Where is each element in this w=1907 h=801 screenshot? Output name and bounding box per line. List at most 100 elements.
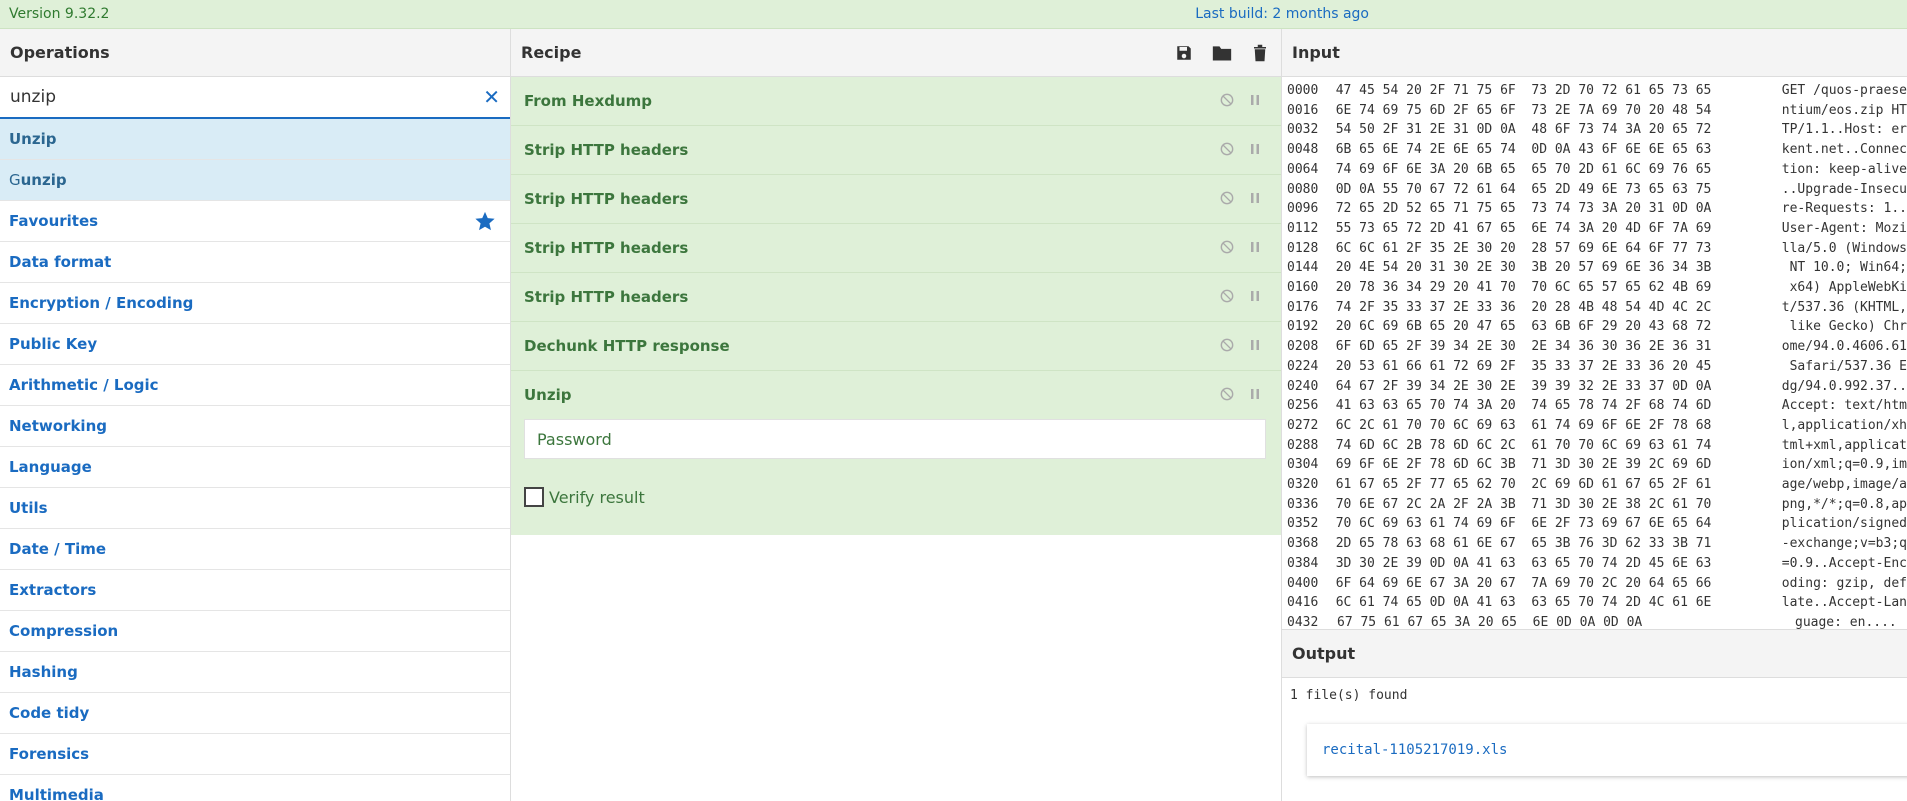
output-file-card[interactable]: recital-1105217019.xls: [1307, 724, 1907, 776]
pause-icon[interactable]: [1247, 288, 1263, 304]
hexdump-ascii: User-Agent: Mozi: [1781, 220, 1907, 236]
hexdump-row: 0320 61 67 65 2F 77 65 62 70 2C 69 6D 61 …: [1287, 475, 1907, 495]
category-public-key[interactable]: Public Key: [0, 324, 510, 365]
hexdump-ascii: png,*/*;q=0.8,ap: [1781, 496, 1907, 512]
hexdump-ascii: re-Requests: 1..: [1781, 201, 1907, 217]
disable-icon[interactable]: [1219, 337, 1235, 353]
password-placeholder: Password: [537, 429, 612, 449]
category-language[interactable]: Language: [0, 447, 510, 488]
hexdump-offset: 0112: [1287, 220, 1319, 236]
pause-icon[interactable]: [1247, 386, 1263, 402]
hexdump-offset: 0032: [1287, 122, 1319, 138]
recipe-title: Recipe: [521, 43, 582, 62]
recipe-op-label: Strip HTTP headers: [524, 239, 689, 257]
hexdump-row: 0400 6F 64 69 6E 67 3A 20 67 7A 69 70 2C …: [1287, 574, 1907, 594]
hexdump-offset: 0384: [1287, 555, 1319, 571]
recipe-op-label: From Hexdump: [524, 92, 653, 110]
hexdump-ascii: ..Upgrade-Insecu: [1781, 181, 1907, 197]
category-networking[interactable]: Networking: [0, 406, 510, 447]
hexdump-offset: 0016: [1287, 102, 1319, 118]
hexdump-ascii: oding: gzip, def: [1781, 575, 1907, 591]
hexdump-row: 0224 20 53 61 66 61 72 69 2F 35 33 37 2E …: [1287, 357, 1907, 377]
hexdump-ascii: GET /quos-praese: [1781, 83, 1907, 98]
search-result-unzip[interactable]: Unzip: [0, 119, 510, 160]
category-label: Language: [9, 458, 92, 476]
hexdump-ascii: guage: en....: [1795, 614, 1897, 630]
category-data-format[interactable]: Data format: [0, 242, 510, 283]
folder-icon[interactable]: [1211, 42, 1233, 64]
search-input[interactable]: [10, 87, 450, 107]
hexdump-offset: 0288: [1287, 437, 1319, 453]
save-icon[interactable]: [1173, 42, 1195, 64]
hexdump-bytes: 6B 65 6E 74 2E 6E 65 74 0D 0A 43 6F 6E 6…: [1335, 142, 1712, 158]
category-multimedia[interactable]: Multimedia: [0, 775, 510, 801]
category-encryption-encoding[interactable]: Encryption / Encoding: [0, 283, 510, 324]
disable-icon[interactable]: [1219, 141, 1235, 157]
recipe-op-strip-http-headers[interactable]: Strip HTTP headers: [511, 175, 1281, 224]
result-prefix: G: [9, 171, 21, 189]
recipe-op-dechunk-http-response[interactable]: Dechunk HTTP response: [511, 322, 1281, 371]
hexdump-row: 0272 6C 2C 61 70 70 6C 69 63 61 74 69 6F …: [1287, 416, 1907, 436]
hexdump-ascii: tion: keep-alive: [1781, 161, 1907, 177]
category-label: Utils: [9, 499, 48, 517]
category-label: Arithmetic / Logic: [9, 376, 159, 394]
category-extractors[interactable]: Extractors: [0, 570, 510, 611]
output-title: Output: [1282, 630, 1907, 678]
category-label: Forensics: [9, 745, 90, 763]
hexdump-row: 0000 47 45 54 20 2F 71 75 6F 73 2D 70 72 …: [1287, 81, 1907, 101]
category-utils[interactable]: Utils: [0, 488, 510, 529]
verify-result-checkbox[interactable]: [524, 487, 544, 507]
output-status: 1 file(s) found: [1290, 688, 1408, 703]
hexdump-offset: 0160: [1287, 280, 1319, 296]
category-date-time[interactable]: Date / Time: [0, 529, 510, 570]
disable-icon[interactable]: [1219, 288, 1235, 304]
hexdump-bytes: 69 6F 6E 2F 78 6D 6C 3B 71 3D 30 2E 39 2…: [1335, 457, 1712, 473]
disable-icon[interactable]: [1219, 92, 1235, 108]
hexdump-offset: 0240: [1287, 378, 1319, 394]
disable-icon[interactable]: [1219, 386, 1235, 402]
output-file-link[interactable]: recital-1105217019.xls: [1322, 742, 1507, 758]
category-code-tidy[interactable]: Code tidy: [0, 693, 510, 734]
clear-search-icon[interactable]: ✕: [483, 85, 500, 109]
category-label: Multimedia: [9, 786, 104, 801]
pause-icon[interactable]: [1247, 239, 1263, 255]
hexdump-text[interactable]: 0000 47 45 54 20 2F 71 75 6F 73 2D 70 72 …: [1282, 77, 1907, 630]
pause-icon[interactable]: [1247, 190, 1263, 206]
hexdump-ascii: dg/94.0.992.37..: [1781, 378, 1907, 394]
hexdump-bytes: 6F 64 69 6E 67 3A 20 67 7A 69 70 2C 20 6…: [1335, 575, 1712, 591]
pause-icon[interactable]: [1247, 92, 1263, 108]
version-label: Version 9.32.2: [9, 6, 110, 22]
category-forensics[interactable]: Forensics: [0, 734, 510, 775]
recipe-op-label: Dechunk HTTP response: [524, 337, 730, 355]
last-build-link[interactable]: Last build: 2 months ago: [1195, 6, 1369, 22]
hexdump-offset: 0000: [1287, 83, 1319, 98]
recipe-op-unzip[interactable]: Unzip: [511, 371, 1281, 419]
password-field[interactable]: Password: [524, 419, 1266, 459]
disable-icon[interactable]: [1219, 190, 1235, 206]
hexdump-row: 0352 70 6C 69 63 61 74 69 6F 6E 2F 73 69 …: [1287, 514, 1907, 534]
category-label: Encryption / Encoding: [9, 294, 194, 312]
category-label: Hashing: [9, 663, 78, 681]
pause-icon[interactable]: [1247, 141, 1263, 157]
disable-icon[interactable]: [1219, 239, 1235, 255]
input-pane[interactable]: Input 0000 47 45 54 20 2F 71 75 6F 73 2D …: [1282, 29, 1907, 630]
pause-icon[interactable]: [1247, 337, 1263, 353]
category-hashing[interactable]: Hashing: [0, 652, 510, 693]
hexdump-row: 0288 74 6D 6C 2B 78 6D 6C 2C 61 70 70 6C …: [1287, 436, 1907, 456]
recipe-op-label: Strip HTTP headers: [524, 288, 689, 306]
recipe-op-strip-http-headers[interactable]: Strip HTTP headers: [511, 126, 1281, 175]
recipe-op-strip-http-headers[interactable]: Strip HTTP headers: [511, 273, 1281, 322]
hexdump-bytes: 54 50 2F 31 2E 31 0D 0A 48 6F 73 74 3A 2…: [1335, 122, 1712, 138]
recipe-op-strip-http-headers[interactable]: Strip HTTP headers: [511, 224, 1281, 273]
recipe-op-from-hexdump[interactable]: From Hexdump: [511, 77, 1281, 126]
trash-icon[interactable]: [1249, 42, 1271, 64]
category-favourites[interactable]: Favourites: [0, 201, 510, 242]
hexdump-row: 0032 54 50 2F 31 2E 31 0D 0A 48 6F 73 74 …: [1287, 120, 1907, 140]
category-compression[interactable]: Compression: [0, 611, 510, 652]
search-result-gunzip[interactable]: Gunzip: [0, 160, 510, 201]
hexdump-row: 0176 74 2F 35 33 37 2E 33 36 20 28 4B 48 …: [1287, 298, 1907, 318]
output-pane: Output 1 file(s) found recital-110521701…: [1282, 630, 1907, 801]
hexdump-bytes: 6C 61 74 65 0D 0A 41 63 63 65 70 74 2D 4…: [1335, 595, 1712, 611]
hexdump-row: 0384 3D 30 2E 39 0D 0A 41 63 63 65 70 74 …: [1287, 554, 1907, 574]
category-arithmetic-logic[interactable]: Arithmetic / Logic: [0, 365, 510, 406]
